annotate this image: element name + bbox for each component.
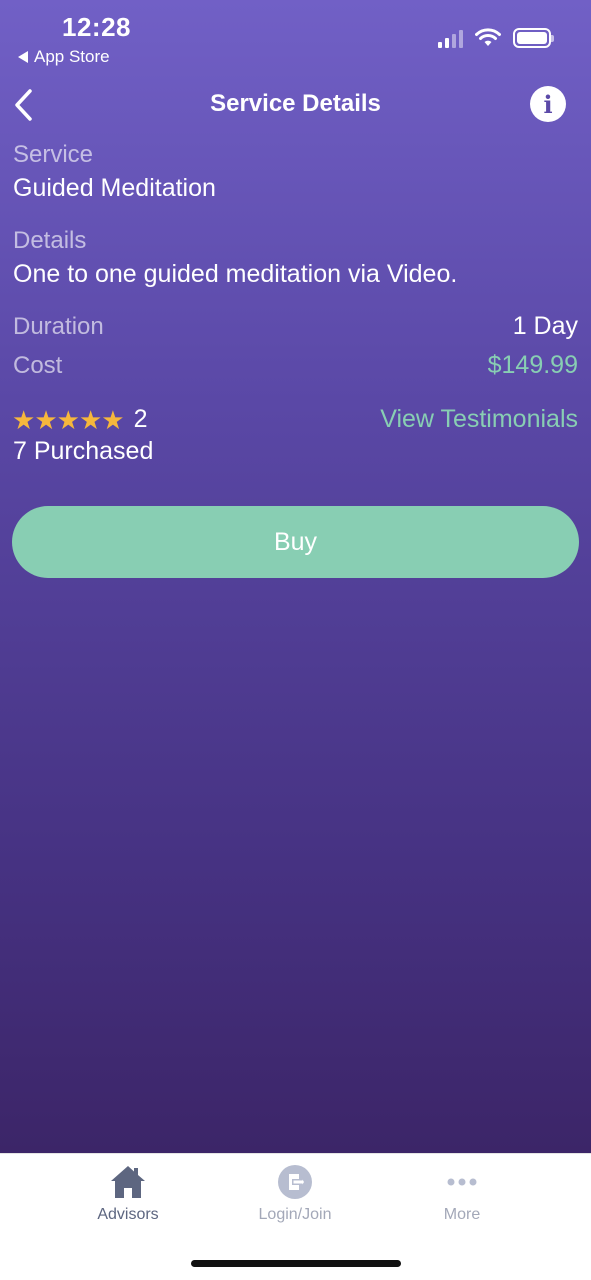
status-time: 12:28	[62, 12, 131, 42]
rating-count: 2	[133, 405, 148, 433]
star-icon: ★	[101, 404, 125, 435]
star-rating: ★ ★ ★ ★ ★ 2	[12, 405, 147, 434]
info-icon[interactable]: i	[530, 86, 566, 122]
tab-advisors[interactable]: Advisors	[68, 1164, 188, 1224]
cost-value: $149.99	[487, 351, 578, 379]
details-label: Details	[13, 227, 87, 254]
cost-label: Cost	[13, 352, 63, 379]
tab-more[interactable]: More	[402, 1164, 522, 1224]
duration-value: 1 Day	[512, 312, 578, 340]
duration-label: Duration	[13, 313, 104, 340]
buy-button[interactable]: Buy	[12, 506, 579, 578]
tab-login-join[interactable]: Login/Join	[235, 1164, 355, 1224]
details-value: One to one guided meditation via Video.	[13, 260, 458, 288]
back-to-app-link[interactable]: App Store	[18, 47, 110, 67]
status-icons	[438, 28, 554, 48]
back-triangle-icon	[18, 51, 28, 63]
cellular-signal-icon	[438, 28, 463, 48]
view-testimonials-link[interactable]: View Testimonials	[380, 405, 578, 434]
star-icon: ★	[12, 404, 36, 435]
star-icon: ★	[78, 404, 103, 435]
service-label: Service	[13, 141, 94, 168]
star-icon: ★	[56, 404, 80, 435]
tab-label-login-join: Login/Join	[258, 1206, 332, 1223]
tab-label-advisors: Advisors	[97, 1206, 159, 1223]
service-details-screen: 12:28 App Store Service Details i Servic…	[0, 0, 591, 1153]
back-app-label: App Store	[34, 47, 110, 66]
tab-label-more: More	[443, 1206, 481, 1223]
purchased-count: 7 Purchased	[13, 437, 154, 465]
home-indicator	[191, 1260, 401, 1267]
login-icon	[278, 1165, 312, 1199]
more-icon	[447, 1178, 477, 1186]
service-value: Guided Meditation	[13, 174, 216, 202]
home-icon	[111, 1166, 145, 1198]
battery-icon	[513, 28, 554, 48]
wifi-icon	[475, 28, 501, 46]
star-icon: ★	[34, 404, 58, 435]
page-title: Service Details	[210, 90, 381, 117]
